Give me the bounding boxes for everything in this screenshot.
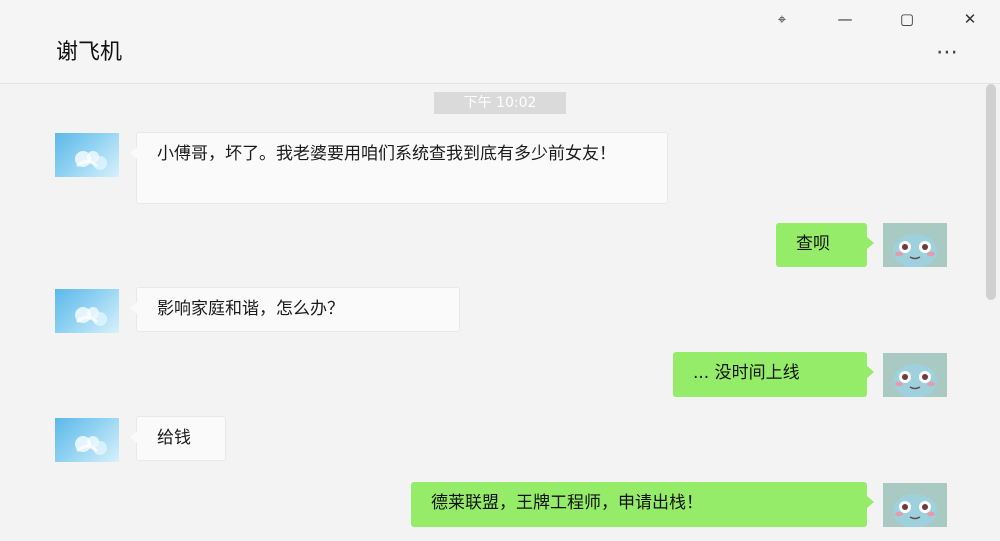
- sky-avatar-icon: [75, 307, 107, 326]
- chat-header: 谢飞机 ⌖ — ▢ ✕ ⋯: [0, 0, 1000, 84]
- minimize-button[interactable]: —: [830, 8, 860, 30]
- message-bubble[interactable]: 德莱联盟，王牌工程师，申请出栈！: [411, 482, 874, 527]
- message-bubble[interactable]: 小傅哥，坏了。我老婆要用咱们系统查我到底有多少前女友！: [130, 132, 668, 204]
- timestamp: 下午 10:02: [434, 92, 566, 114]
- message-bubble[interactable]: 影响家庭和谐，怎么办？: [130, 287, 460, 332]
- more-options-icon[interactable]: ⋯: [936, 40, 960, 65]
- pin-icon[interactable]: ⌖: [767, 8, 797, 30]
- message-list[interactable]: 下午 10:02 小傅哥，坏了。我老婆要用咱们系统查我到底有多少前女友！ 查呗: [0, 84, 1000, 541]
- sky-avatar-icon: [75, 151, 107, 170]
- user-avatar[interactable]: [883, 223, 947, 267]
- maximize-button[interactable]: ▢: [892, 8, 922, 30]
- turtle-avatar-icon: [883, 223, 947, 267]
- user-avatar[interactable]: [883, 483, 947, 527]
- sky-avatar-icon: [75, 436, 107, 455]
- turtle-avatar-icon: [883, 353, 947, 397]
- contact-avatar[interactable]: [55, 133, 119, 177]
- turtle-avatar-icon: [883, 483, 947, 527]
- contact-avatar[interactable]: [55, 418, 119, 462]
- message-bubble[interactable]: 查呗: [776, 223, 874, 267]
- contact-name: 谢飞机: [56, 40, 123, 65]
- contact-avatar[interactable]: [55, 289, 119, 333]
- vertical-scrollbar[interactable]: [986, 84, 996, 300]
- message-bubble[interactable]: 给钱: [130, 416, 226, 461]
- message-bubble[interactable]: ... 没时间上线: [673, 352, 874, 397]
- close-button[interactable]: ✕: [955, 8, 985, 30]
- user-avatar[interactable]: [883, 353, 947, 397]
